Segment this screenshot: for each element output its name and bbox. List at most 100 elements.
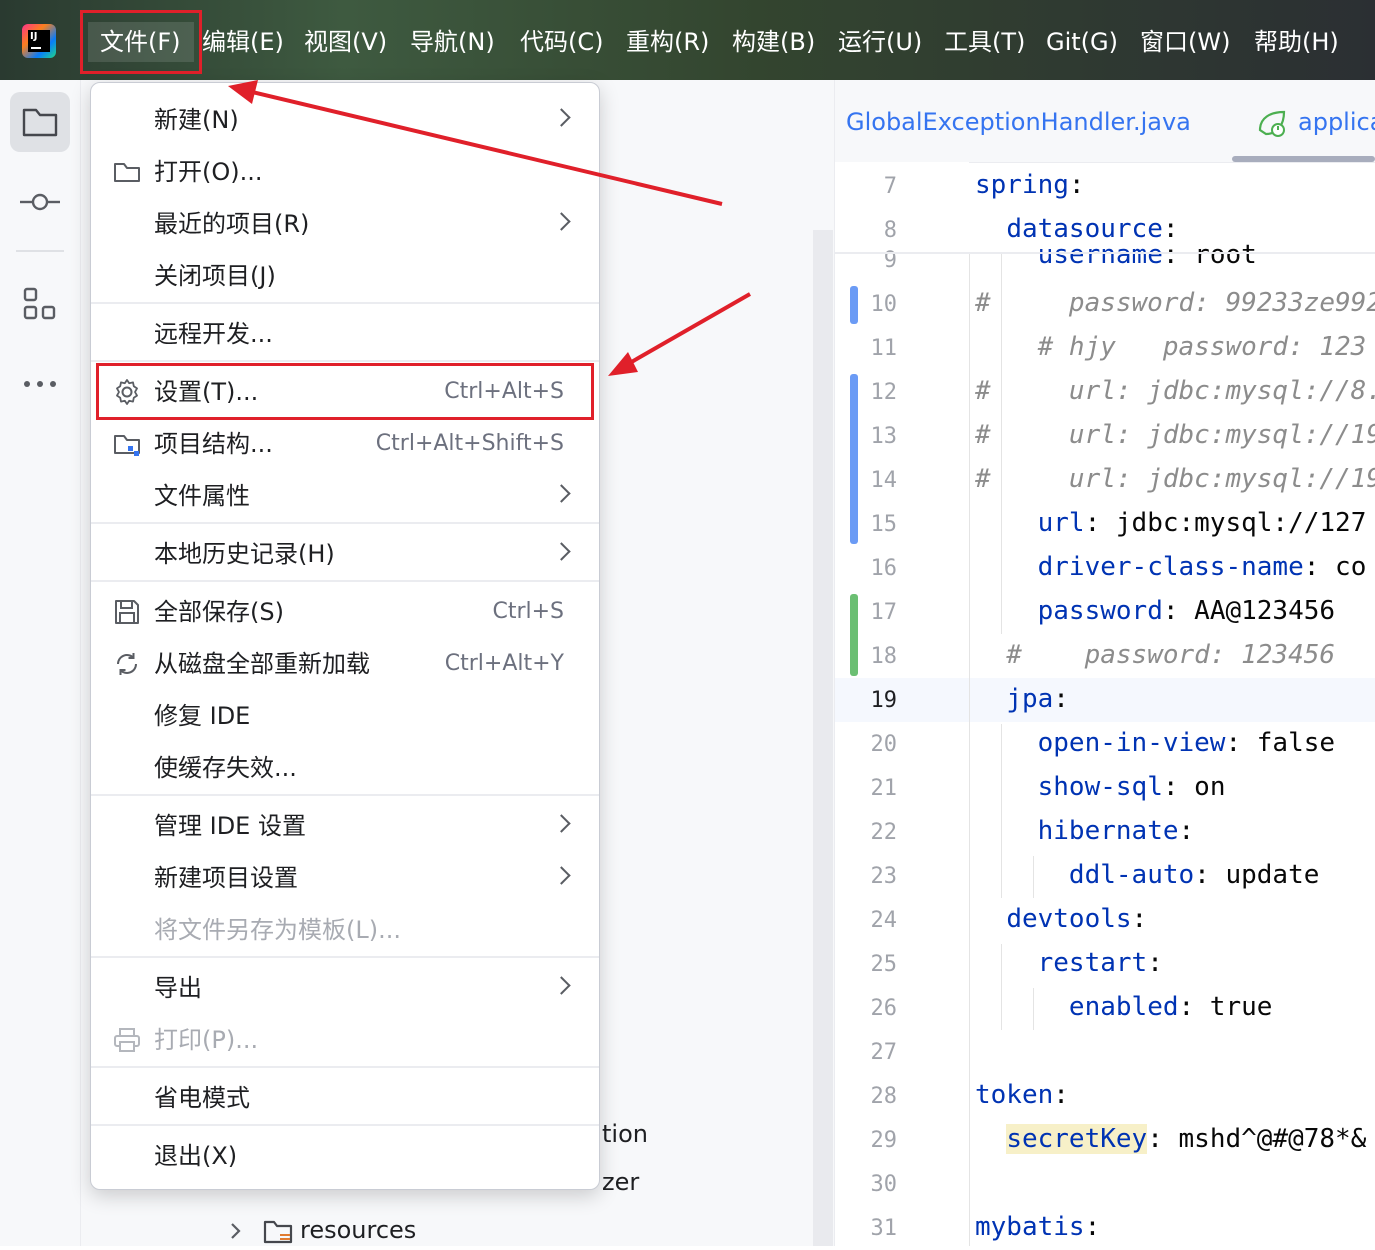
chevron-right-icon [552,212,571,231]
menu-item-save-all[interactable]: 全部保存(S) Ctrl+S [92,586,598,638]
menu-item-exit[interactable]: 退出(X) [92,1130,598,1182]
menu-item-new-project-settings[interactable]: 新建项目设置 [92,852,598,904]
code-line[interactable]: enabled: true [975,992,1273,1022]
menu-item-power-save-mode[interactable]: 省电模式 [92,1072,598,1124]
line-number: 25 [870,952,898,977]
code-line[interactable]: # password: 99233ze992 [975,288,1375,318]
project-panel-scrollbar[interactable] [813,230,833,1246]
code-line[interactable]: # url: jdbc:mysql://8. [975,376,1375,406]
code-line[interactable]: spring: [975,170,1085,200]
commit-tool-button[interactable] [18,186,62,218]
line-number: 11 [870,336,898,361]
menu-window[interactable]: 窗口(W) [1140,22,1230,62]
spring-yaml-file-icon [1256,106,1290,140]
code-line[interactable]: hibernate: [975,816,1195,846]
line-number: 30 [870,1172,898,1197]
line-number-current: 19 [870,688,898,713]
chevron-right-icon [552,484,571,503]
code-line[interactable]: password: AA@123456 [975,596,1335,626]
code-line[interactable]: # password: 123456 [975,640,1335,670]
print-icon [114,1028,140,1052]
tree-item-resources[interactable]: resources [300,1216,416,1244]
menu-separator [91,1066,599,1068]
line-number: 16 [870,556,898,581]
menu-item-recent-projects[interactable]: 最近的项目(R) [92,198,598,250]
folder-icon [22,108,58,137]
more-tools-button[interactable] [22,370,58,398]
code-line[interactable]: mybatis: [975,1212,1100,1242]
menu-separator [91,522,599,524]
code-line[interactable]: driver-class-name: co [975,552,1367,582]
code-line[interactable]: url: jdbc:mysql://127 [975,508,1367,538]
chevron-right-icon [552,108,571,127]
resources-folder-icon [262,1216,294,1246]
structure-tool-button[interactable] [22,286,58,322]
menu-item-export[interactable]: 导出 [92,962,598,1014]
menu-edit[interactable]: 编辑(E) [202,22,284,62]
line-number: 20 [870,732,898,757]
menu-separator [91,1124,599,1126]
structure-icon [23,287,56,320]
menu-view[interactable]: 视图(V) [304,22,387,62]
code-line[interactable]: # url: jdbc:mysql://19 [975,420,1375,450]
menu-item-print: 打印(P)... [92,1014,598,1066]
line-number: 22 [870,820,898,845]
code-line[interactable]: token: [975,1080,1069,1110]
tree-item-partial[interactable]: zer [602,1168,639,1196]
menu-refactor[interactable]: 重构(R) [626,22,709,62]
menu-item-close-project[interactable]: 关闭项目(J) [92,250,598,302]
menu-run[interactable]: 运行(U) [838,22,922,62]
menu-code[interactable]: 代码(C) [520,22,603,62]
chevron-right-icon [552,542,571,561]
code-line[interactable]: open-in-view: false [975,728,1335,758]
code-line[interactable]: devtools: [975,904,1147,934]
chevron-right-icon [552,976,571,995]
menu-git[interactable]: Git(G) [1046,22,1118,62]
reload-icon [117,653,137,675]
menu-item-invalidate-caches[interactable]: 使缓存失效... [92,742,598,794]
tab-application-yml[interactable]: applica [1298,108,1375,136]
menu-separator [91,580,599,582]
indent-guide [969,254,970,1246]
menu-item-remote-development[interactable]: 远程开发... [92,308,598,360]
code-line[interactable]: # url: jdbc:mysql://19 [975,464,1375,494]
menu-separator [91,360,599,362]
line-number: 27 [870,1040,898,1065]
line-number: 23 [870,864,898,889]
code-line[interactable]: secretKey: mshd^@#@78*& [975,1124,1366,1154]
menu-item-reload-from-disk[interactable]: 从磁盘全部重新加载 Ctrl+Alt+Y [92,638,598,690]
menu-tools[interactable]: 工具(T) [944,22,1025,62]
menu-item-repair-ide[interactable]: 修复 IDE [92,690,598,742]
menu-help[interactable]: 帮助(H) [1254,22,1339,62]
code-line[interactable]: show-sql: on [975,772,1226,802]
save-icon [115,600,139,624]
menu-build[interactable]: 构建(B) [732,22,815,62]
chevron-right-icon [552,866,571,885]
line-number: 26 [870,996,898,1021]
tab-global-exception-handler[interactable]: GlobalExceptionHandler.java [846,108,1191,136]
line-number: 29 [870,1128,898,1153]
tool-window-strip [0,80,81,1246]
active-tab-indicator [1232,156,1375,162]
line-number: 8 [883,218,897,243]
menu-item-save-as-template: 将文件另存为模板(L)... [154,916,401,944]
line-number: 10 [870,292,898,317]
project-tool-button[interactable] [10,92,70,152]
tree-expand-chevron-icon[interactable] [226,1216,246,1246]
code-line[interactable]: ddl-auto: update [975,860,1319,890]
menu-item-manage-ide-settings[interactable]: 管理 IDE 设置 [92,800,598,852]
code-line[interactable]: restart: [975,948,1163,978]
code-line[interactable]: # hjy password: 123 [975,332,1367,362]
tree-item-partial[interactable]: tion [602,1120,648,1148]
current-line-highlight [835,678,1375,722]
code-line[interactable]: jpa: [975,684,1069,714]
line-number: 9 [883,248,897,268]
menu-navigate[interactable]: 导航(N) [410,22,495,62]
line-number: 18 [870,644,898,669]
menu-item-project-structure[interactable]: 项目结构... Ctrl+Alt+Shift+S [92,418,598,470]
menu-item-local-history[interactable]: 本地历史记录(H) [92,528,598,580]
menu-item-file-properties[interactable]: 文件属性 [92,470,598,522]
menu-item-open[interactable]: 打开(O)... [92,146,598,198]
menu-item-new[interactable]: 新建(N) [92,94,598,146]
commit-icon [20,193,60,211]
